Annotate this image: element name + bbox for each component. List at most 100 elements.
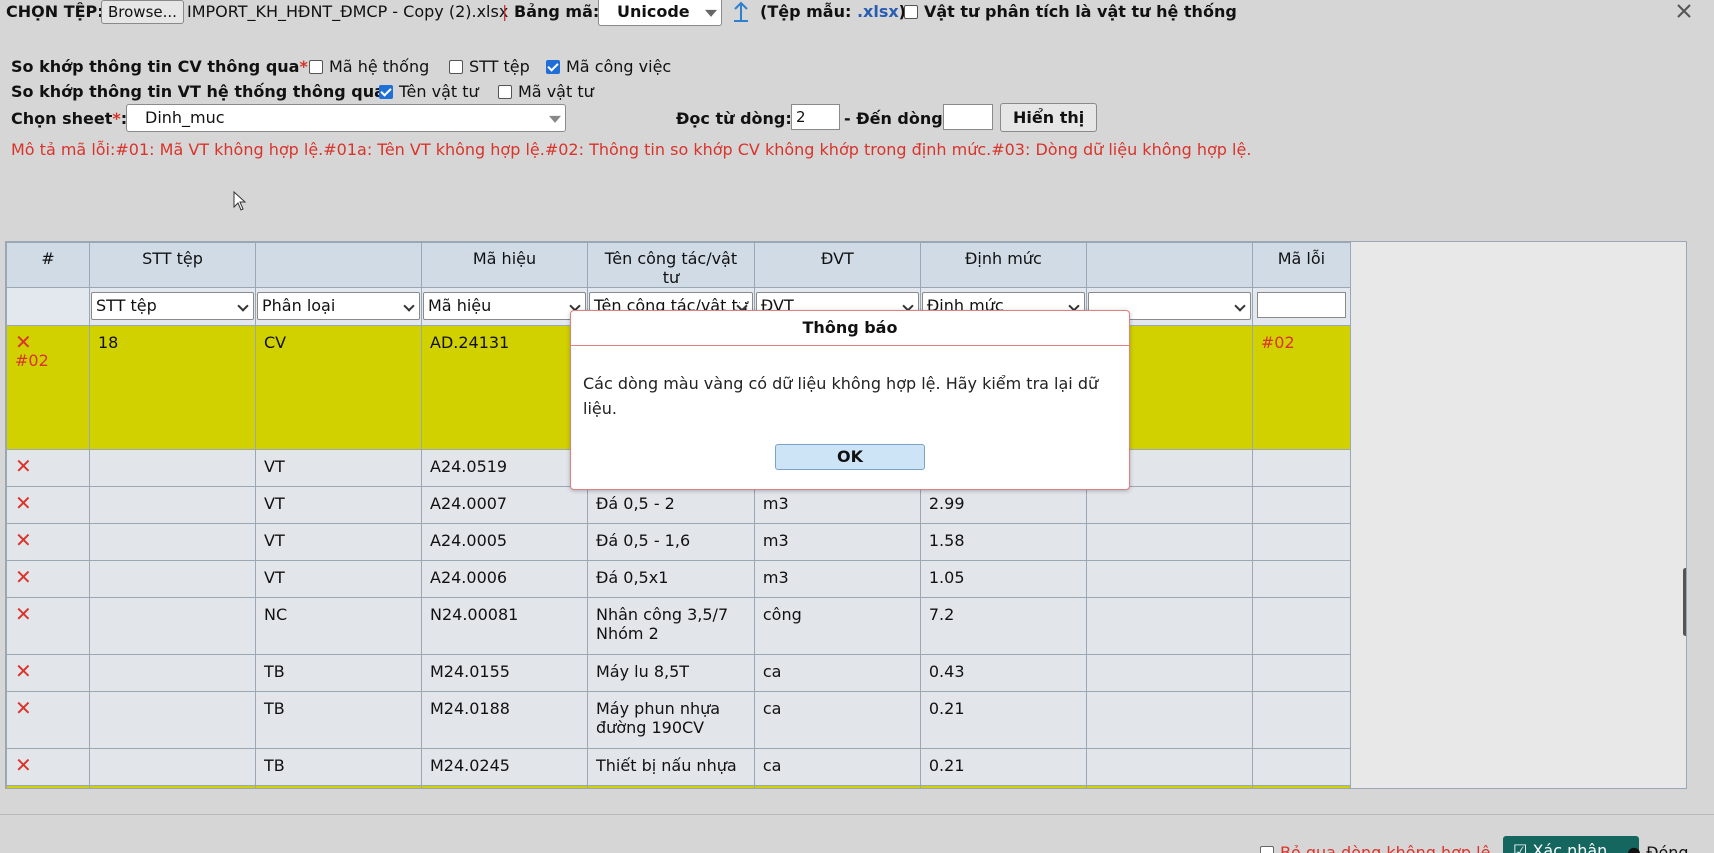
match-cv-option-job-code[interactable]: Mã công việc — [546, 57, 671, 76]
cell-name: Đá 0,5 - 2 — [587, 486, 755, 524]
cell-error-code — [1251, 691, 1351, 749]
cell-extra — [1085, 523, 1253, 561]
table-row[interactable]: ✕ VT A24.0007 Đá 0,5 - 2 m3 2.99 — [6, 486, 1351, 524]
vertical-scrollbar[interactable] — [1683, 568, 1686, 636]
to-row-label: - Đến dòng: — [844, 109, 950, 128]
cell-extra — [1085, 597, 1253, 655]
from-row-input[interactable]: 2 — [791, 104, 840, 130]
match-vt-label: So khớp thông tin VT hệ thống thông qua: — [11, 82, 392, 101]
table-row[interactable]: ✕ VT A24.0005 Đá 0,5 - 1,6 m3 1.58 — [6, 523, 1351, 561]
col-header-type[interactable] — [255, 242, 422, 288]
skip-invalid-checkbox[interactable] — [1260, 846, 1274, 853]
cell-error-code — [1251, 748, 1351, 786]
match-vt-option-material-name[interactable]: Tên vật tư — [379, 82, 479, 101]
col-header-file-stt[interactable]: STT tệp — [89, 242, 256, 288]
filter-label: Phân loại — [262, 296, 336, 315]
cell-type: TB — [255, 748, 422, 786]
delete-row-icon[interactable]: ✕ — [15, 493, 81, 513]
cell-norm-text: 2.99 — [928, 494, 965, 513]
system-material-checkbox[interactable] — [904, 5, 918, 19]
cell-norm: 0.21 — [919, 691, 1087, 749]
chevron-down-icon — [403, 300, 415, 312]
filter-label: Mã hiệu — [428, 296, 492, 315]
chevron-down-icon — [1234, 300, 1246, 312]
cell-code-text: N24.00081 — [430, 605, 519, 624]
cell-extra — [1085, 691, 1253, 749]
delete-row-icon[interactable]: ✕ — [15, 456, 81, 476]
match-cv-option-system-code[interactable]: Mã hệ thống — [309, 57, 429, 76]
delete-row-icon[interactable]: ✕ — [15, 332, 81, 352]
cell-type: VT — [255, 486, 422, 524]
delete-row-icon[interactable]: ✕ — [15, 755, 81, 775]
skip-invalid-option[interactable]: Bỏ qua dòng không hợp lệ — [1260, 843, 1490, 853]
cell-unit: công — [753, 597, 921, 655]
match-vt-option-material-code[interactable]: Mã vật tư — [498, 82, 594, 101]
delete-row-icon[interactable]: ✕ — [15, 530, 81, 550]
chevron-down-icon — [549, 115, 561, 123]
filter-file-stt[interactable]: STT tệp — [91, 292, 254, 320]
cell-norm: 1.05 — [919, 560, 1087, 598]
ok-button[interactable]: OK — [775, 444, 925, 470]
cell-index: ✕ — [6, 748, 90, 786]
file-label: CHỌN TỆP: — [6, 2, 104, 21]
option-label: Mã hệ thống — [329, 57, 430, 76]
browse-button[interactable]: Browse... — [101, 0, 184, 24]
table-row[interactable]: ✕ TB M24.0155 Máy lu 8,5T ca 0.43 — [6, 654, 1351, 692]
delete-row-icon[interactable]: ✕ — [15, 567, 81, 587]
from-row-label: Đọc từ dòng: — [676, 109, 792, 128]
to-row-input[interactable] — [943, 104, 993, 130]
encoding-select[interactable]: Unicode — [598, 0, 722, 26]
filter-code[interactable]: Mã hiệu — [423, 292, 586, 320]
col-header-unit[interactable]: ĐVT — [753, 242, 921, 288]
filter-type[interactable]: Phân loại — [257, 292, 420, 320]
system-code-checkbox[interactable] — [309, 60, 323, 74]
cell-extra — [1085, 785, 1253, 788]
table-row[interactable]: ✕ TB M24.0188 Máy phun nhựa đường 190CV ca 0.… — [6, 691, 1351, 749]
cell-name-text: Thiết bị nấu nhựa — [596, 756, 737, 775]
template-link[interactable]: (Tệp mẫu: .xlsx) — [760, 2, 906, 21]
confirm-label: Xác nhận — [1532, 841, 1608, 853]
show-button[interactable]: Hiển thị — [1000, 103, 1098, 132]
delete-row-icon[interactable]: ✕ — [15, 661, 81, 681]
cell-norm: 0.43 — [919, 654, 1087, 692]
job-code-checkbox[interactable] — [546, 60, 560, 74]
cell-file-stt — [89, 486, 256, 524]
cell-name — [587, 785, 755, 788]
col-header-index[interactable]: # — [6, 242, 90, 288]
cell-type-text: TB — [264, 699, 285, 718]
close-button[interactable]: ● Đóng — [1627, 843, 1689, 853]
material-code-checkbox[interactable] — [498, 85, 512, 99]
cell-unit-text: công — [762, 605, 802, 624]
cell-name-text: Đá 0,5 - 1,6 — [596, 531, 691, 550]
col-header-error-code[interactable]: Mã lỗi — [1251, 242, 1351, 288]
cell-error-code — [1251, 654, 1351, 692]
material-name-checkbox[interactable] — [379, 85, 393, 99]
cell-unit — [753, 785, 921, 788]
col-header-extra[interactable] — [1085, 242, 1253, 288]
table-row[interactable]: ✕ VT A24.0006 Đá 0,5x1 m3 1.05 — [6, 560, 1351, 598]
delete-row-icon[interactable]: ✕ — [15, 698, 81, 718]
table-row[interactable]: ✕ NC N24.00081 Nhân công 3,5/7 Nhóm 2 công 7.… — [6, 597, 1351, 655]
template-prefix: (Tệp mẫu: — [760, 2, 857, 21]
cell-file-stt: 18 — [89, 325, 256, 450]
cell-norm-text: 7.2 — [928, 605, 955, 624]
cell-unit: m3 — [753, 486, 921, 524]
file-name: IMPORT_KH_HĐNT_ĐMCP - Copy (2).xlsx — [187, 2, 509, 21]
upload-icon[interactable] — [733, 0, 749, 22]
file-stt-checkbox[interactable] — [449, 60, 463, 74]
col-header-code[interactable]: Mã hiệu — [421, 242, 588, 288]
filter-error-code-input[interactable] — [1256, 292, 1346, 318]
cell-code: M24.0188 — [421, 691, 588, 749]
delete-row-icon[interactable]: ✕ — [15, 604, 81, 624]
table-row[interactable]: ✕ TB M24.0245 Thiết bị nấu nhựa ca 0.21 — [6, 748, 1351, 786]
cell-index: ✕ — [6, 785, 90, 788]
system-material-option[interactable]: Vật tư phân tích là vật tư hệ thống — [904, 2, 1237, 21]
close-icon[interactable] — [1676, 3, 1692, 19]
cell-type: VT — [255, 449, 422, 487]
table-row[interactable]: ✕19CVAD.24115 #02 — [6, 785, 1351, 788]
col-header-name[interactable]: Tên công tác/vật tư — [587, 242, 755, 288]
sheet-select[interactable]: Dinh_muc — [126, 104, 566, 132]
match-cv-option-file-stt[interactable]: STT tệp — [449, 57, 530, 76]
confirm-button[interactable]: ☑ Xác nhận — [1503, 836, 1639, 853]
col-header-norm[interactable]: Định mức — [919, 242, 1087, 288]
